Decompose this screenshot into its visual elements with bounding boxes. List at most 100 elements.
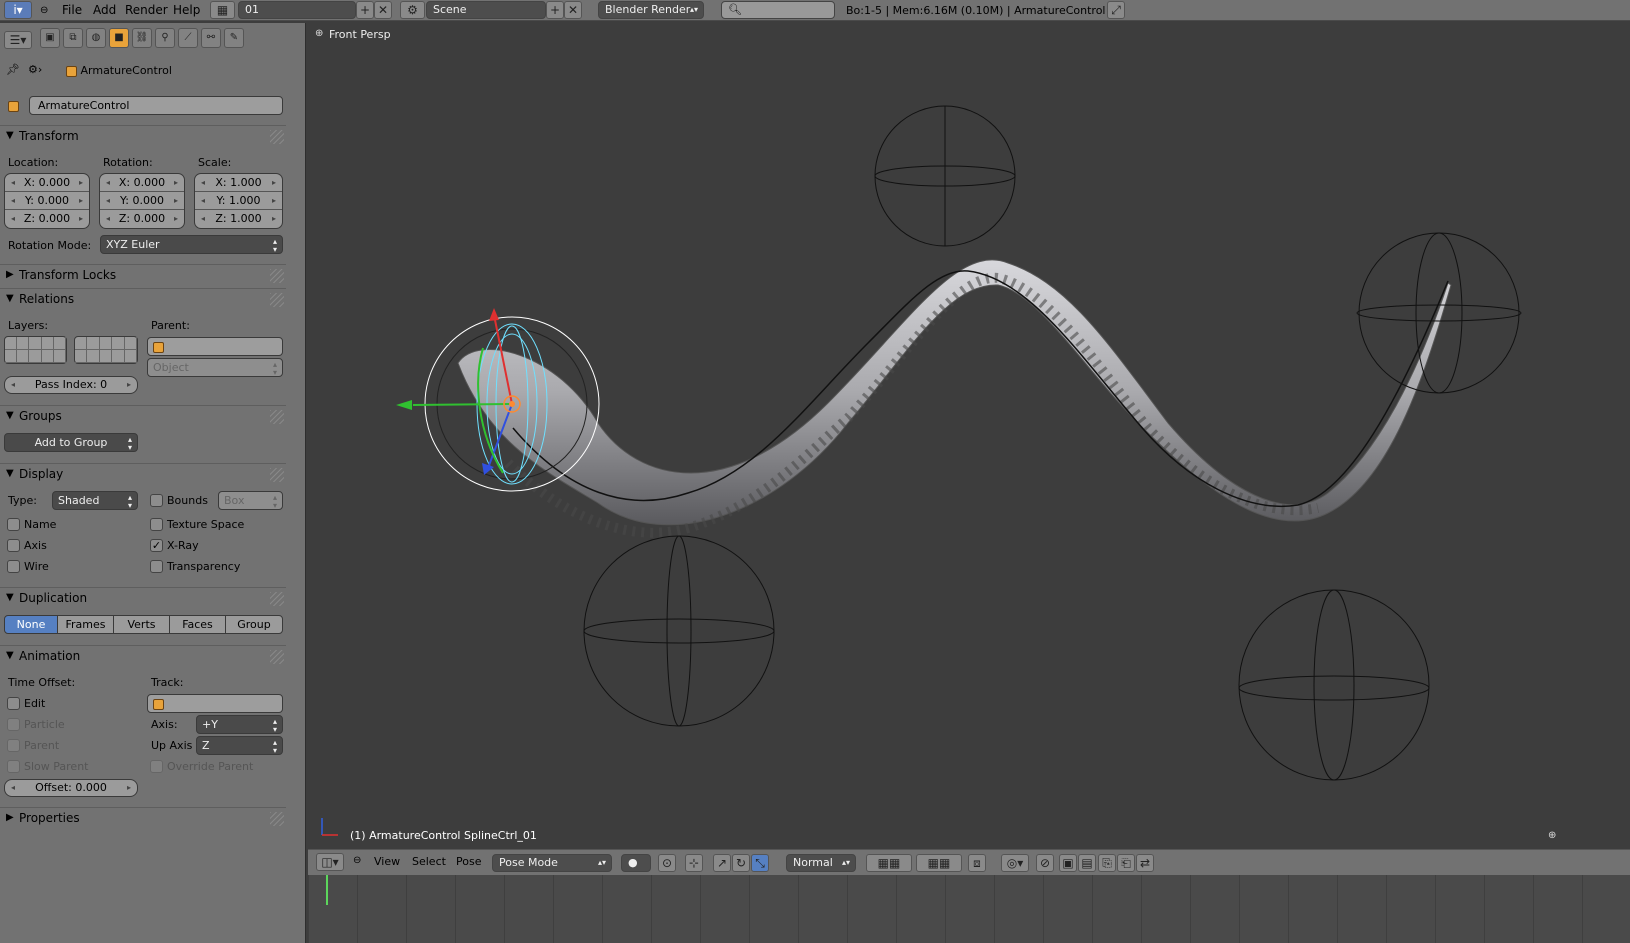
transform-orientation-dropdown[interactable]: Normal ▴▾ <box>786 854 856 872</box>
viewport-corner-icon[interactable]: ⊕ <box>1548 830 1556 841</box>
track-field[interactable] <box>147 694 283 713</box>
pivot-icon[interactable]: ⊙ <box>658 854 676 872</box>
duplication-none-button[interactable]: None <box>4 615 58 634</box>
render-engine-dropdown[interactable]: Blender Render ▴▾ <box>598 1 704 19</box>
object-name-field[interactable]: ArmatureControl <box>29 96 283 115</box>
collapse-menus-icon[interactable]: ⊖ <box>353 855 361 866</box>
relations-panel-header[interactable]: ▼ Relations <box>0 288 286 310</box>
transform-locks-panel-header[interactable]: ▶ Transform Locks <box>0 264 286 286</box>
menu-render[interactable]: Render <box>125 2 168 19</box>
location-z-field[interactable]: ◂ Z: 0.000 ▸ <box>5 210 89 228</box>
screen-layout-field[interactable]: 01 <box>238 1 356 19</box>
render-layers-tab-icon[interactable]: ⧉ <box>63 28 83 48</box>
control-sphere-bottom[interactable] <box>583 535 775 727</box>
texture-space-checkbox[interactable] <box>150 518 163 531</box>
track-axis-dropdown[interactable]: +Y ▴ ▾ <box>196 715 283 734</box>
paste-flipped-pose-icon[interactable]: ⇄ <box>1136 854 1154 872</box>
rotation-y-field[interactable]: ◂ Y: 0.000 ▸ <box>100 192 184 210</box>
modifiers-tab-icon[interactable]: ✎ <box>224 28 244 48</box>
copy-pose-icon[interactable]: ⎘ <box>1098 854 1116 872</box>
edit-checkbox[interactable] <box>7 697 20 710</box>
menu-pose[interactable]: Pose <box>456 855 481 868</box>
parent-checkbox[interactable] <box>7 739 20 752</box>
name-checkbox[interactable] <box>7 518 20 531</box>
bone-tab-icon[interactable]: ⟋ <box>178 28 198 48</box>
add-scene-icon[interactable]: + <box>546 1 564 19</box>
current-frame-marker[interactable] <box>326 875 328 905</box>
add-to-group-button[interactable]: Add to Group ▴ ▾ <box>4 433 138 452</box>
particle-checkbox[interactable] <box>7 718 20 731</box>
info-editor-icon[interactable]: i▾ <box>4 1 32 19</box>
parent-type-dropdown[interactable]: Object ▴ ▾ <box>147 358 283 377</box>
parent-field[interactable] <box>147 337 283 356</box>
render-tab-icon[interactable]: ▣ <box>40 28 60 48</box>
scene-icon[interactable]: ⚙ <box>400 1 425 19</box>
remove-screen-icon[interactable]: ✕ <box>374 1 392 19</box>
menu-view[interactable]: View <box>374 855 400 868</box>
groups-panel-header[interactable]: ▼ Groups <box>0 405 286 427</box>
menu-help[interactable]: Help <box>173 2 200 19</box>
scale-y-field[interactable]: ◂ Y: 1.000 ▸ <box>195 192 282 210</box>
wire-checkbox[interactable] <box>7 560 20 573</box>
3d-viewport[interactable]: Front Persp ⊕ (1) ArmatureControl Spline… <box>308 23 1630 849</box>
layers-block-1-icon[interactable]: ▦▦ <box>866 854 912 872</box>
control-sphere-top[interactable] <box>874 105 1016 247</box>
layer-lock-icon[interactable]: ⧈ <box>968 854 986 872</box>
object-tab-icon[interactable]: ■ <box>109 28 129 48</box>
duplication-frames-button[interactable]: Frames <box>57 615 114 634</box>
duplication-faces-button[interactable]: Faces <box>169 615 226 634</box>
mode-dropdown[interactable]: Pose Mode ▴▾ <box>492 854 612 872</box>
menu-add[interactable]: Add <box>93 2 116 19</box>
layers-grid-right[interactable] <box>74 336 138 364</box>
editor-type-3d-icon[interactable]: ◫▾ <box>316 853 344 871</box>
constraints-tab-icon[interactable]: ⛓ <box>132 28 152 48</box>
timeline-area[interactable] <box>308 875 1630 943</box>
paste-pose-icon[interactable]: ⎗ <box>1117 854 1135 872</box>
snap-icon[interactable]: ⊘ <box>1036 854 1054 872</box>
collapse-icon[interactable]: ⊖ <box>40 2 48 19</box>
search-field[interactable]: 🔍︎ <box>721 1 835 19</box>
render-anim-icon[interactable]: ▤ <box>1078 854 1096 872</box>
duplication-group-button[interactable]: Group <box>225 615 283 634</box>
xray-checkbox[interactable]: ✓ <box>150 539 163 552</box>
rotate-manipulator-icon[interactable]: ↻ <box>732 854 750 872</box>
duplication-panel-header[interactable]: ▼ Duplication <box>0 587 286 609</box>
location-y-field[interactable]: ◂ Y: 0.000 ▸ <box>5 192 89 210</box>
tentacle-mesh[interactable] <box>457 259 1452 526</box>
properties-panel-header[interactable]: ▶ Properties <box>0 807 286 829</box>
display-type-dropdown[interactable]: Shaded ▴ ▾ <box>52 491 138 510</box>
layers-grid-left[interactable] <box>4 336 67 364</box>
bounds-checkbox[interactable] <box>150 494 163 507</box>
offset-field[interactable]: ◂ Offset: 0.000 ▸ <box>4 779 138 797</box>
scale-z-field[interactable]: ◂ Z: 1.000 ▸ <box>195 210 282 228</box>
translate-manipulator-icon[interactable]: ↗ <box>713 854 731 872</box>
view-options-icon[interactable]: ⊕ <box>315 28 323 39</box>
layers-block-2-icon[interactable]: ▦▦ <box>916 854 962 872</box>
add-screen-icon[interactable]: + <box>356 1 374 19</box>
proportional-edit-icon[interactable]: ◎▾ <box>1001 854 1029 872</box>
pin-icon[interactable]: 📌︎ <box>6 63 20 76</box>
slow-parent-checkbox[interactable] <box>7 760 20 773</box>
remove-scene-icon[interactable]: ✕ <box>564 1 582 19</box>
scale-x-field[interactable]: ◂ X: 1.000 ▸ <box>195 174 282 192</box>
up-axis-dropdown[interactable]: Z ▴ ▾ <box>196 736 283 755</box>
screen-layout-icon[interactable]: ▦ <box>210 1 235 19</box>
control-sphere-bottom-right[interactable] <box>1238 589 1430 781</box>
pass-index-field[interactable]: ◂ Pass Index: 0 ▸ <box>4 376 138 394</box>
viewport-shading-dropdown[interactable]: ● <box>621 854 651 872</box>
animation-panel-header[interactable]: ▼ Animation <box>0 645 286 667</box>
rotation-mode-dropdown[interactable]: XYZ Euler ▴ ▾ <box>100 235 283 254</box>
transparency-checkbox[interactable] <box>150 560 163 573</box>
duplication-verts-button[interactable]: Verts <box>113 615 170 634</box>
scene-field[interactable]: Scene <box>426 1 546 19</box>
bone-constraints-tab-icon[interactable]: ⚯ <box>201 28 221 48</box>
manipulator-toggle-icon[interactable]: ⊹ <box>685 854 703 872</box>
menu-file[interactable]: File <box>62 2 82 19</box>
world-tab-icon[interactable]: ◍ <box>86 28 106 48</box>
axis-checkbox[interactable] <box>7 539 20 552</box>
transform-panel-header[interactable]: ▼ Transform <box>0 125 286 147</box>
menu-select[interactable]: Select <box>412 855 446 868</box>
fullscreen-icon[interactable]: ⤢ <box>1107 1 1125 19</box>
armature-tab-icon[interactable]: ⚲ <box>155 28 175 48</box>
override-parent-checkbox[interactable] <box>150 760 163 773</box>
